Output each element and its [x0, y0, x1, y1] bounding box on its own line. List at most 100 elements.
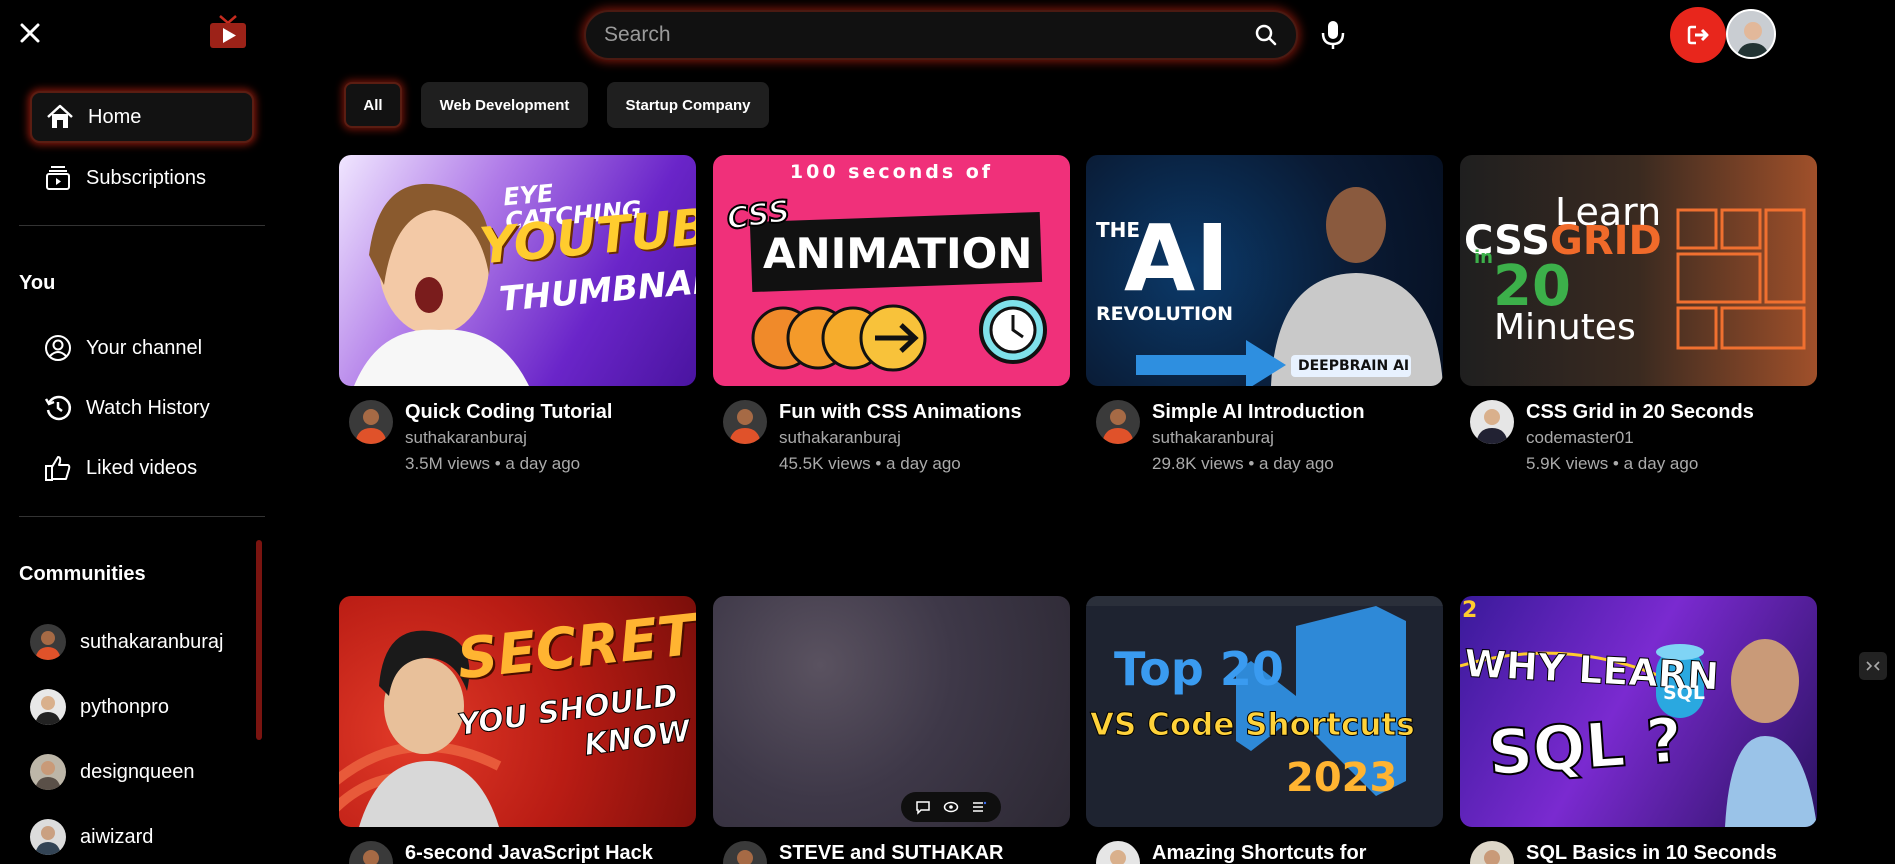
video-stats: 45.5K views • a day ago [779, 454, 961, 473]
video-thumbnail[interactable]: Learn CSS GRID in 20 Minutes [1460, 155, 1817, 386]
thumbnail-text: SQL [1663, 682, 1705, 704]
video-stats: 3.5M views • a day ago [405, 454, 581, 473]
channel-avatar[interactable] [349, 841, 393, 864]
sidebar-item-your-channel[interactable]: Your channel [30, 322, 254, 374]
video-thumbnail[interactable]: 100 seconds of CSS ANIMATION [713, 155, 1070, 386]
user-avatar[interactable] [1726, 9, 1776, 59]
close-icon[interactable] [19, 22, 41, 44]
eye-icon[interactable] [943, 799, 959, 815]
video-card[interactable]: Top 20 VS Code Shortcuts 2023 Amazing Sh… [1086, 596, 1443, 864]
video-title[interactable]: Fun with CSS Animations [779, 400, 1022, 424]
video-thumbnail[interactable]: 2 WHY LEARN SQL ? SQL [1460, 596, 1817, 827]
video-title[interactable]: 6-second JavaScript Hack [405, 841, 653, 864]
communities-heading: Communities [19, 563, 146, 585]
avatar [30, 754, 66, 790]
comment-icon[interactable] [915, 799, 931, 815]
video-card[interactable]: SECRETS YOU SHOULD KNOW 6-second JavaScr… [339, 596, 696, 864]
history-icon [42, 392, 74, 424]
thumbnail-text: Minutes [1494, 307, 1636, 348]
logout-button[interactable] [1670, 7, 1726, 63]
video-thumbnail[interactable]: THE AI REVOLUTION DEEPBRAIN AI [1086, 155, 1443, 386]
video-stats: 5.9K views • a day ago [1526, 454, 1699, 473]
sidebar-item-subscriptions[interactable]: Subscriptions [30, 152, 254, 204]
sidebar-divider [19, 516, 265, 517]
video-card[interactable]: 2 WHY LEARN SQL ? SQL SQL Basics in 10 S… [1460, 596, 1817, 864]
community-label: suthakaranburaj [80, 630, 224, 653]
chip-startup-company[interactable]: Startup Company [607, 82, 769, 128]
logo-icon[interactable] [208, 14, 248, 50]
thumbnail-text: VS Code Shortcuts [1090, 707, 1416, 743]
video-title[interactable]: Simple AI Introduction [1152, 400, 1365, 424]
avatar [30, 689, 66, 725]
thumbnail-art [751, 296, 1047, 372]
thumbnail-text: 2023 [1286, 755, 1398, 801]
video-title[interactable]: Amazing Shortcuts for [1152, 841, 1366, 864]
community-item[interactable]: suthakaranburaj [30, 620, 223, 664]
video-thumbnail[interactable] [713, 596, 1070, 827]
sidebar-item-liked-videos[interactable]: Liked videos [30, 442, 254, 494]
channel-avatar[interactable] [349, 400, 393, 444]
channel-avatar[interactable] [1096, 841, 1140, 864]
chip-label: Startup Company [625, 96, 751, 114]
thumbs-up-icon [42, 452, 74, 484]
video-card[interactable]: 100 seconds of CSS ANIMATION Fun with CS… [713, 155, 1070, 474]
chip-web-development[interactable]: Web Development [421, 82, 588, 128]
video-channel[interactable]: suthakaranburaj [405, 428, 612, 448]
video-channel[interactable]: suthakaranburaj [1152, 428, 1365, 448]
community-item[interactable]: designqueen [30, 750, 195, 794]
video-card[interactable]: Learn CSS GRID in 20 Minutes CSS Grid in… [1460, 155, 1817, 474]
sidebar-item-label: Subscriptions [86, 166, 207, 189]
video-card[interactable]: THE AI REVOLUTION DEEPBRAIN AI Simple AI… [1086, 155, 1443, 474]
thumbnail-text: AI [1124, 205, 1230, 312]
search-icon[interactable] [1246, 15, 1286, 55]
video-thumbnail[interactable]: SECRETS YOU SHOULD KNOW [339, 596, 696, 827]
chip-label: All [363, 96, 383, 114]
chip-all[interactable]: All [344, 82, 402, 128]
community-item[interactable]: pythonpro [30, 685, 169, 729]
sidebar-scrollbar[interactable] [256, 540, 262, 740]
app-root: Home Subscriptions You Your channel Watc… [0, 0, 1895, 864]
avatar [30, 819, 66, 855]
video-title[interactable]: CSS Grid in 20 Seconds [1526, 400, 1754, 424]
you-heading: You [19, 272, 56, 294]
chip-label: Web Development [439, 96, 570, 114]
channel-avatar[interactable] [1470, 400, 1514, 444]
sidebar-item-watch-history[interactable]: Watch History [30, 382, 254, 434]
video-title[interactable]: Quick Coding Tutorial [405, 400, 612, 424]
sidebar-divider [19, 225, 265, 226]
channel-avatar[interactable] [723, 400, 767, 444]
thumbnail-controls [901, 792, 1001, 822]
video-thumbnail[interactable]: EYE CATCHING YOUTUBE THUMBNAIL [339, 155, 696, 386]
video-channel[interactable]: codemaster01 [1526, 428, 1754, 448]
search-input[interactable] [586, 12, 1246, 58]
video-card[interactable]: EYE CATCHING YOUTUBE THUMBNAIL Quick Cod… [339, 155, 696, 474]
community-item[interactable]: aiwizard [30, 815, 153, 859]
microphone-icon[interactable] [1320, 19, 1346, 51]
sidebar-item-label: Watch History [86, 396, 210, 419]
list-icon[interactable] [971, 799, 987, 815]
video-channel[interactable]: suthakaranburaj [779, 428, 1022, 448]
channel-avatar[interactable] [723, 841, 767, 864]
community-label: designqueen [80, 760, 195, 783]
logout-icon [1687, 25, 1709, 45]
video-title[interactable]: STEVE and SUTHAKAR [779, 841, 1003, 864]
thumbnail-text: in [1474, 247, 1493, 268]
user-circle-icon [42, 332, 74, 364]
channel-avatar[interactable] [1470, 841, 1514, 864]
avatar [30, 624, 66, 660]
thumbnail-text: SQL ? [1485, 702, 1686, 790]
thumbnail-text: DEEPBRAIN AI [1298, 358, 1410, 374]
search-bar [584, 10, 1298, 60]
sidebar-item-label: Home [88, 105, 142, 128]
video-card[interactable]: STEVE and SUTHAKAR [713, 596, 1070, 864]
thumbnail-text: Top 20 [1114, 642, 1284, 696]
collapse-icon[interactable] [1859, 652, 1887, 680]
channel-avatar[interactable] [1096, 400, 1140, 444]
sidebar-item-home[interactable]: Home [30, 91, 254, 143]
video-thumbnail[interactable]: Top 20 VS Code Shortcuts 2023 [1086, 596, 1443, 827]
sidebar-item-label: Liked videos [86, 456, 198, 479]
subscriptions-icon [42, 162, 74, 194]
sidebar-item-label: Your channel [86, 336, 203, 359]
home-icon [44, 101, 76, 133]
video-title[interactable]: SQL Basics in 10 Seconds [1526, 841, 1777, 864]
